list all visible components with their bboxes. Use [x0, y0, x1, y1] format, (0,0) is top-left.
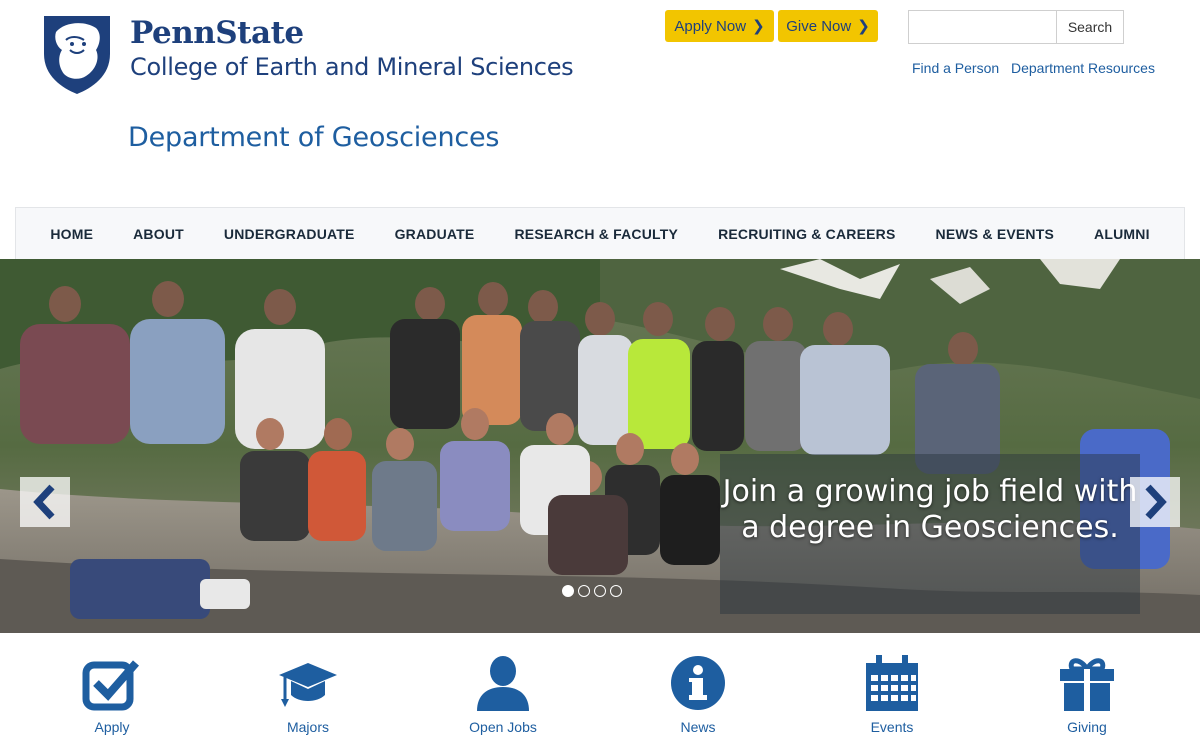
quick-link-label: Apply [94, 719, 130, 735]
nav-item-graduate[interactable]: GRADUATE [375, 226, 495, 242]
apply-now-label: Apply Now [674, 17, 747, 35]
info-icon [671, 656, 725, 710]
search-button[interactable]: Search [1056, 10, 1124, 44]
carousel-dot[interactable] [594, 585, 606, 597]
carousel-prev-button[interactable] [20, 477, 70, 527]
carousel-dot[interactable] [578, 585, 590, 597]
find-a-person-link[interactable]: Find a Person [912, 60, 999, 76]
carousel-indicators [562, 585, 622, 597]
graduation-cap-icon [279, 663, 337, 707]
quick-link-label: Giving [1067, 719, 1107, 735]
give-now-label: Give Now [786, 17, 852, 35]
hero-carousel: Join a growing job field with a degree i… [0, 259, 1200, 633]
give-now-button[interactable]: Give Now ❯ [778, 10, 878, 42]
nav-item-alumni[interactable]: ALUMNI [1074, 226, 1170, 242]
nav-item-news-events[interactable]: NEWS & EVENTS [916, 226, 1075, 242]
quick-link-label: News [680, 719, 716, 735]
college-name: College of Earth and Mineral Sciences [130, 53, 574, 81]
chevron-right-icon: ❯ [752, 18, 765, 35]
page: PennState College of Earth and Mineral S… [0, 0, 1200, 740]
quick-links: Apply Majors Open Jobs News Events Givin… [0, 655, 1200, 740]
search-input[interactable] [908, 10, 1058, 44]
carousel-next-button[interactable] [1130, 477, 1180, 527]
chevron-right-icon [1145, 484, 1167, 520]
quick-link-events[interactable]: Events [832, 655, 952, 735]
calendar-icon [866, 655, 918, 711]
carousel-dot[interactable] [562, 585, 574, 597]
nav-item-undergraduate[interactable]: UNDERGRADUATE [204, 226, 375, 242]
quick-link-open-jobs[interactable]: Open Jobs [443, 655, 563, 735]
nav-item-home[interactable]: HOME [30, 226, 113, 242]
quick-link-label: Majors [286, 719, 329, 735]
nav-item-research-faculty[interactable]: RESEARCH & FACULTY [494, 226, 698, 242]
nav-item-about[interactable]: ABOUT [113, 226, 204, 242]
apply-now-button[interactable]: Apply Now ❯ [665, 10, 774, 42]
department-resources-link[interactable]: Department Resources [1011, 60, 1155, 76]
hero-caption: Join a growing job field with a degree i… [720, 454, 1140, 614]
brand[interactable]: PennState College of Earth and Mineral S… [130, 14, 574, 82]
gift-icon [1060, 658, 1114, 711]
person-icon [477, 656, 529, 711]
nav-item-recruiting-careers[interactable]: RECRUITING & CAREERS [698, 226, 915, 242]
chevron-right-icon: ❯ [857, 18, 870, 35]
checkbox-icon [82, 660, 140, 711]
carousel-dot[interactable] [610, 585, 622, 597]
brand-name: PennState [130, 15, 304, 51]
penn-state-shield-logo-icon[interactable] [40, 14, 114, 96]
quick-link-giving[interactable]: Giving [1027, 655, 1147, 735]
quick-link-label: Open Jobs [469, 719, 537, 735]
department-title[interactable]: Department of Geosciences [128, 122, 499, 153]
main-nav: HOME ABOUT UNDERGRADUATE GRADUATE RESEAR… [15, 207, 1185, 259]
quick-link-news[interactable]: News [638, 655, 758, 735]
quick-link-label: Events [870, 719, 914, 735]
quick-link-majors[interactable]: Majors [248, 655, 368, 735]
chevron-left-icon [33, 484, 55, 520]
quick-link-apply[interactable]: Apply [52, 655, 172, 735]
